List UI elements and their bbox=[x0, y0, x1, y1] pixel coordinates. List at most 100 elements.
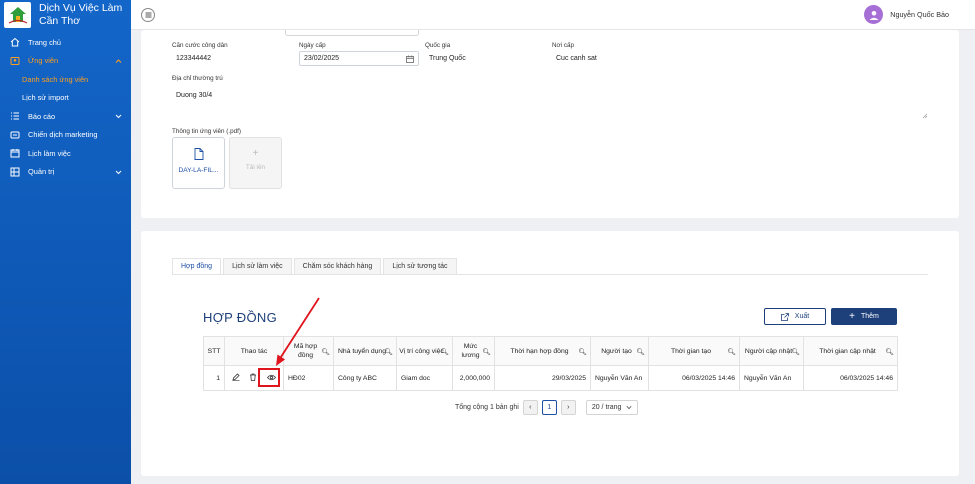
sidebar-item-candidates[interactable]: Ứng viên bbox=[0, 52, 131, 71]
candidate-file-label: Thông tin ứng viên (.pdf) bbox=[172, 128, 241, 135]
col-employer[interactable]: Nhà tuyển dụng 🔍︎ bbox=[333, 336, 397, 366]
add-contract-button[interactable]: + Thêm bbox=[831, 308, 897, 325]
sidebar-item-label: Lịch làm việc bbox=[28, 148, 71, 158]
cell-contract-code[interactable]: HĐ02 bbox=[283, 365, 334, 391]
sidebar-item-label: Chiến dịch marketing bbox=[28, 130, 98, 140]
search-icon[interactable]: 🔍︎ bbox=[727, 348, 736, 357]
plus-icon: + bbox=[252, 148, 259, 159]
list-icon bbox=[10, 111, 20, 121]
calendar-icon bbox=[406, 55, 414, 63]
table-header-row: STT Thao tác Mã hợp đồng 🔍︎ Nhà tuyển dụn… bbox=[203, 336, 898, 366]
tab-divider bbox=[172, 274, 928, 275]
user-name: Nguyễn Quốc Bảo bbox=[890, 10, 949, 19]
contracts-table: STT Thao tác Mã hợp đồng 🔍︎ Nhà tuyển dụn… bbox=[203, 336, 898, 391]
id-card-label: Căn cước công dân bbox=[172, 42, 228, 49]
search-icon[interactable]: 🔍︎ bbox=[636, 348, 645, 357]
sidebar-item-marketing[interactable]: Chiến dịch marketing bbox=[0, 126, 131, 145]
highlight-box bbox=[258, 368, 280, 387]
issue-date-picker[interactable]: 23/02/2025 bbox=[299, 51, 419, 66]
logo bbox=[4, 2, 31, 28]
page-number[interactable]: 1 bbox=[541, 400, 557, 415]
search-icon[interactable]: 🔍︎ bbox=[321, 348, 330, 357]
brand-name: Dịch Vụ Việc Làm Cần Thơ bbox=[39, 2, 122, 28]
cell-updated-at: 06/03/2025 14:46 bbox=[803, 365, 898, 391]
export-button[interactable]: Xuất bbox=[764, 308, 826, 325]
address-value: Duong 30/4 bbox=[176, 92, 213, 99]
col-position[interactable]: Vị trí công việc 🔍︎ bbox=[396, 336, 453, 366]
page-size-select[interactable]: 20 / trang bbox=[585, 400, 638, 415]
col-contract-code[interactable]: Mã hợp đồng 🔍︎ bbox=[283, 336, 334, 366]
issue-date-label: Ngày cấp bbox=[299, 42, 326, 49]
tab-work-history[interactable]: Lịch sử làm việc bbox=[223, 258, 292, 275]
search-icon[interactable]: 🔍︎ bbox=[440, 348, 449, 357]
page-size-value: 20 / trang bbox=[591, 404, 622, 411]
col-updater[interactable]: Người cập nhật 🔍︎ bbox=[739, 336, 804, 366]
sidebar-item-schedule[interactable]: Lịch làm việc bbox=[0, 144, 131, 163]
candidate-file-item[interactable]: DAY-LA-FIL... bbox=[172, 137, 225, 189]
search-icon[interactable]: 🔍︎ bbox=[384, 348, 393, 357]
brand-line-1: Dịch Vụ Việc Làm bbox=[39, 2, 123, 14]
sidebar-subitem-import-history[interactable]: Lịch sử import bbox=[0, 89, 131, 108]
col-label: Thời hạn hợp đồng bbox=[510, 347, 569, 355]
add-label: Thêm bbox=[860, 313, 879, 320]
search-icon[interactable]: 🔍︎ bbox=[885, 348, 894, 357]
search-icon[interactable]: 🔍︎ bbox=[578, 348, 587, 357]
sidebar-subitem-candidate-list[interactable]: Danh sách ứng viên bbox=[0, 70, 131, 89]
col-label: Người tạo bbox=[601, 347, 632, 355]
menu-toggle-button[interactable] bbox=[141, 8, 155, 22]
cell-employer: Công ty ABC bbox=[333, 365, 397, 391]
cell-actions bbox=[224, 365, 284, 391]
col-updated-at[interactable]: Thời gian cập nhật 🔍︎ bbox=[803, 336, 898, 366]
col-label: Thời gian cập nhật bbox=[819, 347, 876, 355]
admin-icon bbox=[10, 167, 20, 177]
col-label: Người cập nhật bbox=[744, 347, 793, 355]
id-card-value[interactable]: 123344442 bbox=[176, 55, 211, 62]
edit-icon[interactable] bbox=[232, 373, 240, 383]
chevron-down-icon bbox=[115, 112, 122, 121]
chevron-left-icon: ‹ bbox=[529, 404, 532, 411]
cell-salary: 2,000,000 bbox=[452, 365, 495, 391]
prev-page-button[interactable]: ‹ bbox=[522, 400, 538, 415]
upload-label: Tải lên bbox=[245, 164, 266, 171]
col-term[interactable]: Thời hạn hợp đồng 🔍︎ bbox=[494, 336, 591, 366]
issue-place-value[interactable]: Cuc canh sat bbox=[556, 55, 597, 62]
col-label: Mã hợp đồng bbox=[293, 343, 318, 359]
issue-date-value: 23/02/2025 bbox=[304, 55, 340, 62]
col-created-at[interactable]: Thời gian tạo 🔍︎ bbox=[648, 336, 740, 366]
candidate-info-card bbox=[141, 30, 959, 218]
sidebar-item-label: Trang chủ bbox=[28, 37, 62, 47]
col-actions: Thao tác bbox=[224, 336, 284, 366]
search-icon[interactable]: 🔍︎ bbox=[791, 348, 800, 357]
sidebar-item-admin[interactable]: Quản trị bbox=[0, 163, 131, 182]
address-label: Địa chỉ thường trú bbox=[172, 75, 223, 82]
sidebar-nav: Trang chủ Ứng viên Danh sách ứng viên Lị… bbox=[0, 33, 131, 181]
sidebar-item-home[interactable]: Trang chủ bbox=[0, 33, 131, 52]
col-label: Nhà tuyển dụng bbox=[338, 347, 386, 355]
delete-icon[interactable] bbox=[249, 373, 257, 383]
cell-creator: Nguyễn Văn An bbox=[590, 365, 649, 391]
tab-interaction-history[interactable]: Lịch sử tương tác bbox=[383, 258, 457, 275]
tab-contracts[interactable]: Hợp đồng bbox=[172, 258, 222, 275]
avatar bbox=[864, 5, 884, 24]
brand[interactable]: Dịch Vụ Việc Làm Cần Thơ bbox=[0, 0, 131, 30]
sidebar-item-label: Báo cáo bbox=[28, 111, 56, 121]
sidebar-item-reports[interactable]: Báo cáo bbox=[0, 107, 131, 126]
nationality-value[interactable]: Trung Quốc bbox=[429, 55, 466, 62]
upload-button[interactable]: + Tải lên bbox=[229, 137, 282, 189]
chevron-down-icon bbox=[115, 168, 122, 177]
col-stt: STT bbox=[203, 336, 225, 366]
section-title: HỢP ĐỒNG bbox=[203, 310, 277, 325]
search-icon[interactable]: 🔍︎ bbox=[482, 348, 491, 357]
previous-field-bottom bbox=[285, 30, 419, 36]
cell-position: Giam doc bbox=[396, 365, 453, 391]
col-salary[interactable]: Mức lương 🔍︎ bbox=[452, 336, 495, 366]
address-textarea[interactable]: Duong 30/4 bbox=[172, 88, 929, 120]
col-creator[interactable]: Người tạo 🔍︎ bbox=[590, 336, 649, 366]
home-icon bbox=[10, 37, 20, 47]
tab-customer-care[interactable]: Chăm sóc khách hàng bbox=[293, 258, 382, 275]
resize-handle-icon bbox=[922, 113, 928, 119]
user-menu[interactable]: Nguyễn Quốc Bảo bbox=[864, 5, 949, 24]
pagination: Tổng cộng 1 bản ghi ‹ 1 › 20 / trang bbox=[455, 400, 638, 415]
user-icon bbox=[10, 56, 20, 66]
next-page-button[interactable]: › bbox=[560, 400, 576, 415]
